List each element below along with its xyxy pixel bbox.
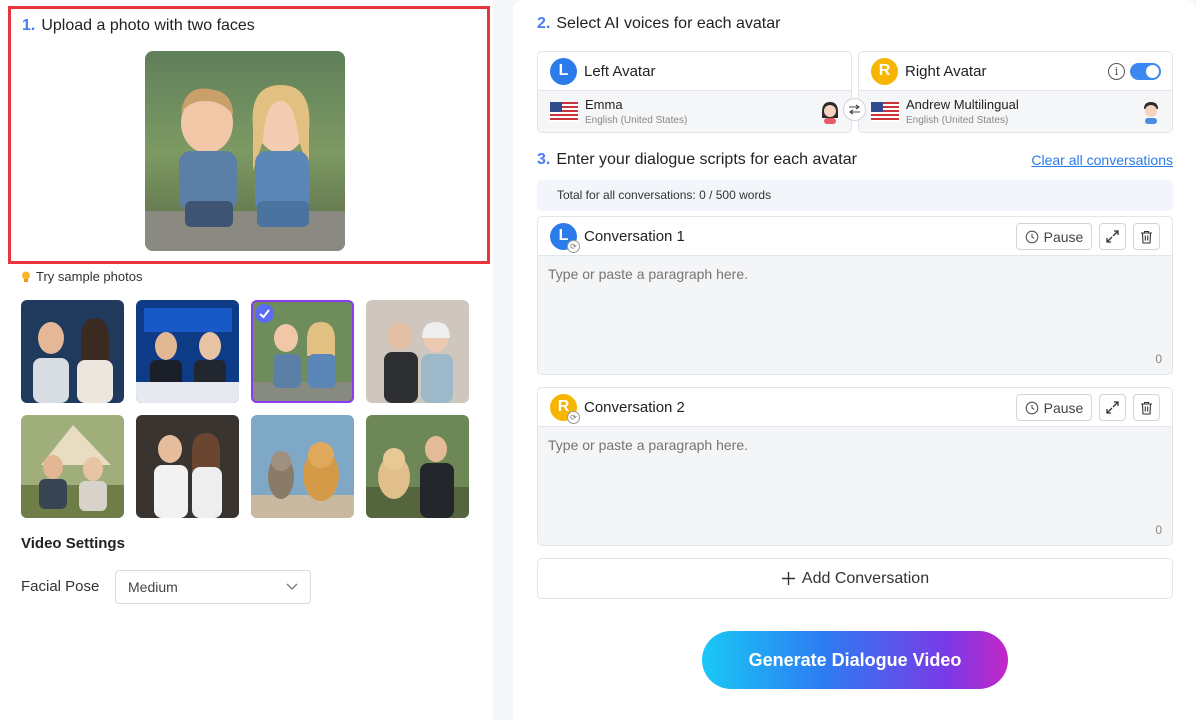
left-avatar-badge: L (550, 57, 577, 85)
step3-number: 3. (537, 151, 551, 168)
step1-title: 1. Upload a photo with two faces (22, 17, 255, 35)
conversation-1: L ⟳ Conversation 1 Pause 0 (537, 216, 1173, 375)
conversation-1-textarea[interactable] (538, 256, 1172, 374)
conversation-1-delete-button[interactable] (1133, 223, 1160, 250)
conversation-2-expand-button[interactable] (1099, 394, 1126, 421)
conversation-2-delete-button[interactable] (1133, 394, 1160, 421)
swap-voices-button[interactable] (843, 98, 866, 121)
thumb-man-dog[interactable] (366, 415, 469, 518)
clear-all-conversations-link[interactable]: Clear all conversations (1031, 152, 1173, 168)
video-settings-heading: Video Settings (21, 535, 125, 552)
chevron-down-icon (286, 583, 298, 590)
sample-photos-label: Try sample photos (21, 269, 142, 284)
facial-pose-value: Medium (128, 579, 178, 595)
left-voice-lang: English (United States) (585, 115, 688, 126)
step1-text: Upload a photo with two faces (41, 17, 255, 34)
female-avatar-icon (822, 102, 838, 124)
conversation-1-title: Conversation 1 (584, 227, 685, 245)
thumb-couple-studio[interactable] (21, 300, 124, 403)
trash-icon (1141, 230, 1152, 244)
add-conversation-label: Add Conversation (801, 569, 930, 587)
pause-label: Pause (1043, 228, 1084, 245)
conversation-1-word-count: 0 (1155, 352, 1162, 366)
thumb-news-anchors[interactable] (136, 300, 239, 403)
right-panel: 2. Select AI voices for each avatar L Lef… (513, 0, 1196, 720)
right-avatar-toggle[interactable] (1130, 63, 1161, 80)
facial-pose-select[interactable]: Medium (115, 570, 311, 604)
us-flag-icon (550, 102, 578, 122)
conversation-2-word-count: 0 (1155, 523, 1162, 537)
sample-photos-text: Try sample photos (36, 269, 143, 284)
step2-number: 2. (537, 15, 551, 32)
bulb-icon (22, 271, 30, 282)
right-voice-lang: English (United States) (906, 115, 1009, 126)
male-avatar-icon (1144, 102, 1158, 124)
step3-title: 3. Enter your dialogue scripts for each a… (537, 151, 857, 169)
word-total-bar: Total for all conversations: 0 / 500 wor… (537, 180, 1173, 211)
clock-icon (1025, 230, 1038, 243)
left-panel: 1. Upload a photo with two faces Try sam… (0, 0, 493, 720)
thumb-elderly-couple[interactable] (366, 300, 469, 403)
expand-icon (1106, 401, 1119, 414)
right-voice-name: Andrew Multilingual (906, 97, 1019, 112)
left-avatar-card[interactable]: L Left Avatar Emma English (United State… (537, 51, 852, 133)
us-flag-icon (871, 102, 899, 122)
right-avatar-card[interactable]: R Right Avatar i Andrew Multilingual Eng… (858, 51, 1173, 133)
step2-text: Select AI voices for each avatar (556, 15, 781, 32)
plus-icon (781, 572, 795, 585)
right-avatar-label: Right Avatar (905, 62, 987, 80)
sample-thumbnails (21, 300, 471, 518)
trash-icon (1141, 401, 1152, 415)
left-voice-selector[interactable]: Emma English (United States) (538, 91, 851, 132)
swap-icon (849, 104, 860, 115)
conversation-1-avatar-badge[interactable]: L ⟳ (550, 222, 580, 253)
sync-icon: ⟳ (567, 239, 580, 253)
thumb-camping[interactable] (21, 415, 124, 518)
add-conversation-button[interactable]: Add Conversation (537, 558, 1173, 599)
step1-number: 1. (22, 17, 36, 34)
sync-icon: ⟳ (567, 410, 580, 424)
expand-icon (1106, 230, 1119, 243)
info-icon[interactable]: i (1108, 63, 1125, 80)
pause-label: Pause (1043, 399, 1084, 416)
step2-title: 2. Select AI voices for each avatar (537, 15, 780, 33)
thumb-cat-dog[interactable] (251, 415, 354, 518)
thumb-young-couple[interactable] (136, 415, 239, 518)
step3-text: Enter your dialogue scripts for each ava… (556, 151, 857, 168)
facial-pose-label: Facial Pose (21, 578, 100, 595)
left-voice-name: Emma (585, 97, 623, 112)
right-voice-selector[interactable]: Andrew Multilingual English (United Stat… (859, 91, 1172, 132)
upload-area[interactable]: 1. Upload a photo with two faces (8, 6, 490, 264)
conversation-2-title: Conversation 2 (584, 398, 685, 416)
conversation-2-avatar-badge[interactable]: R ⟳ (550, 393, 580, 424)
generate-video-button[interactable]: Generate Dialogue Video (702, 631, 1008, 689)
conversation-1-pause-button[interactable]: Pause (1016, 223, 1092, 250)
uploaded-photo (145, 51, 345, 251)
thumb-kids[interactable] (251, 300, 354, 403)
conversation-1-expand-button[interactable] (1099, 223, 1126, 250)
selected-check-icon (255, 304, 274, 323)
conversation-2-pause-button[interactable]: Pause (1016, 394, 1092, 421)
clock-icon (1025, 401, 1038, 414)
conversation-2-textarea[interactable] (538, 427, 1172, 545)
right-avatar-badge: R (871, 57, 898, 85)
conversation-2: R ⟳ Conversation 2 Pause 0 (537, 387, 1173, 546)
left-avatar-label: Left Avatar (584, 62, 656, 80)
